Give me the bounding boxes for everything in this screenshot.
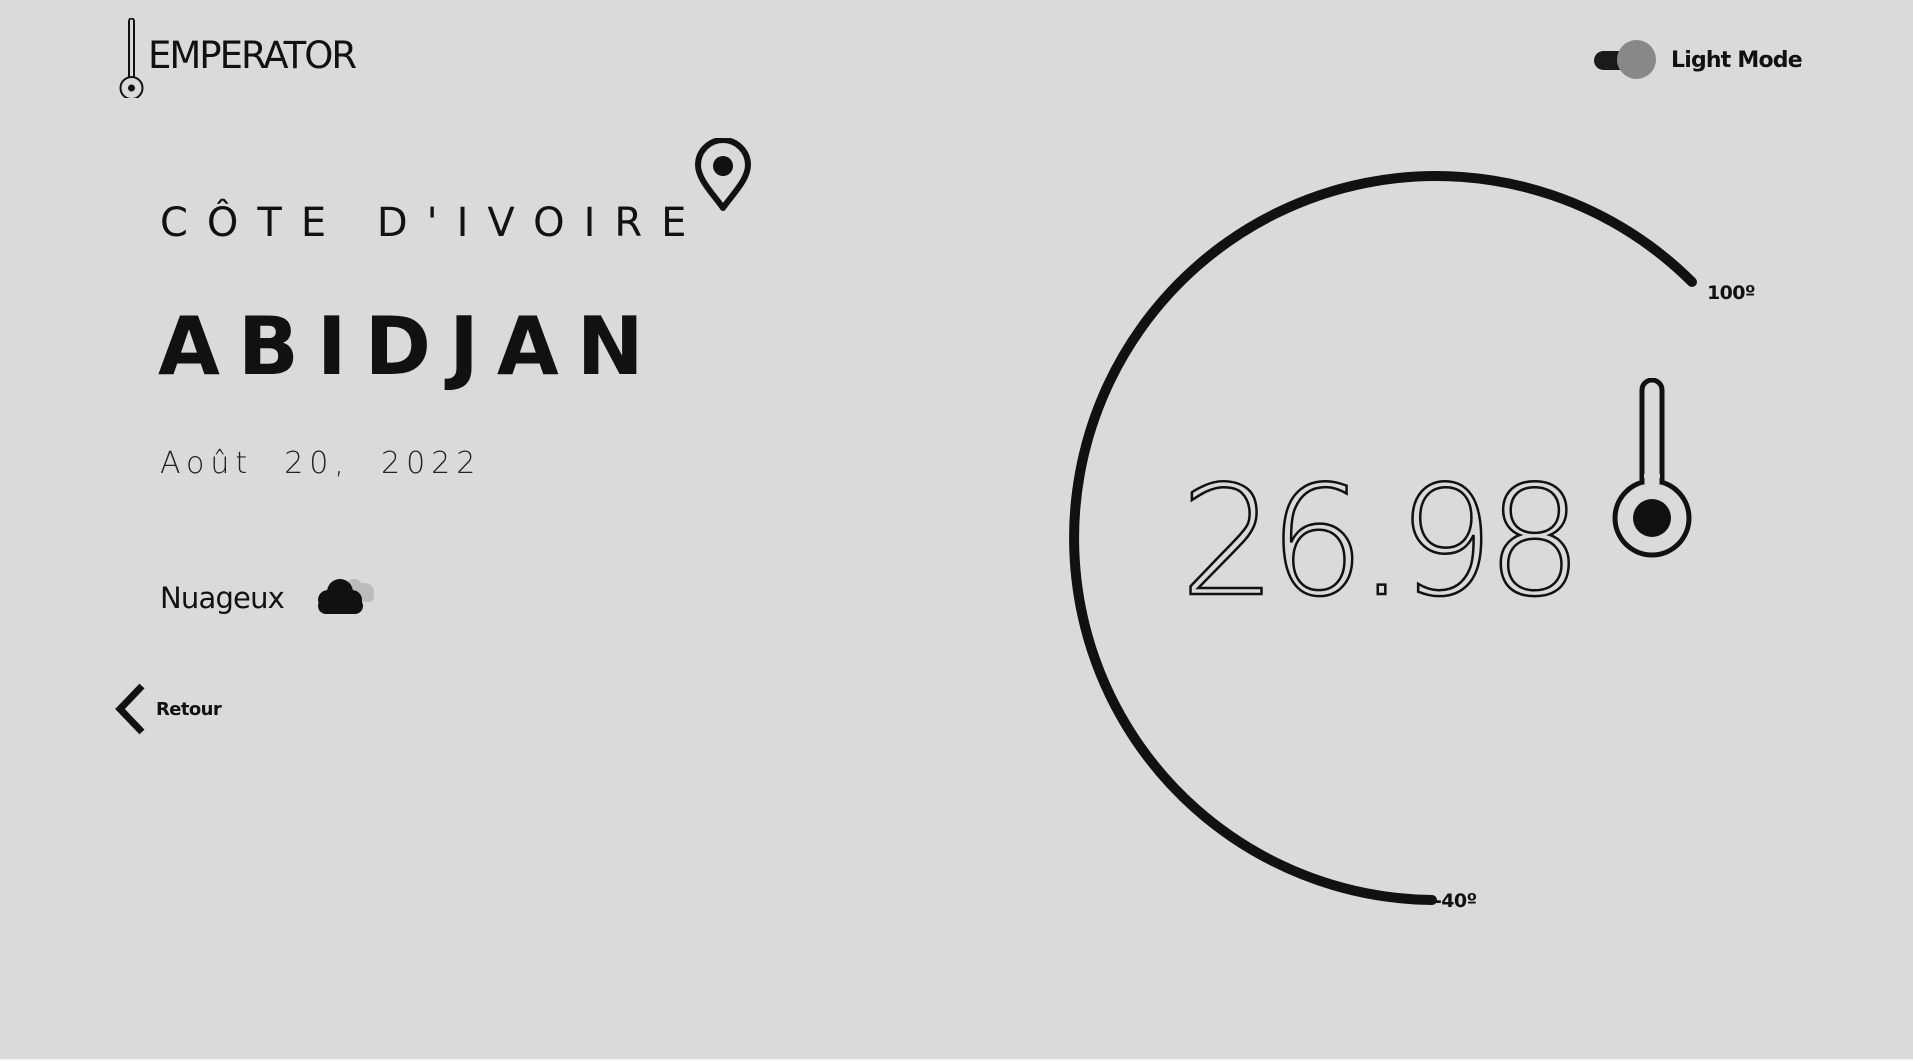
toggle-knob: [1617, 40, 1656, 79]
back-button[interactable]: Retour: [112, 682, 222, 736]
city-name: ABIDJAN: [158, 300, 662, 393]
back-label: Retour: [156, 698, 222, 720]
mode-label: Light Mode: [1671, 47, 1803, 73]
weather-condition-label: Nuageux: [160, 581, 285, 615]
light-mode-toggle[interactable]: Light Mode: [1594, 40, 1803, 80]
country-name: CÔTE D'IVOIRE: [160, 200, 706, 246]
toggle-switch[interactable]: [1594, 40, 1656, 80]
chevron-left-icon: [115, 683, 145, 735]
gauge-max-label: 100º: [1707, 282, 1756, 304]
weather-condition: Nuageux: [160, 576, 380, 620]
app-logo-text: EMPERATOR: [148, 33, 357, 77]
cloud-icon: [318, 579, 375, 614]
thermometer-icon: [1612, 378, 1692, 558]
gauge-min-label: -40º: [1434, 890, 1477, 912]
temperature-value: 26.98: [1179, 453, 1585, 630]
app-logo[interactable]: EMPERATOR: [116, 18, 357, 98]
thermometer-logo-icon: [119, 18, 144, 98]
current-date: Août 20, 2022: [160, 446, 482, 481]
location-pin-icon[interactable]: [693, 138, 753, 213]
weather-detail-page: EMPERATOR Light Mode CÔTE D'IVOIRE ABIDJ…: [0, 0, 1913, 1061]
